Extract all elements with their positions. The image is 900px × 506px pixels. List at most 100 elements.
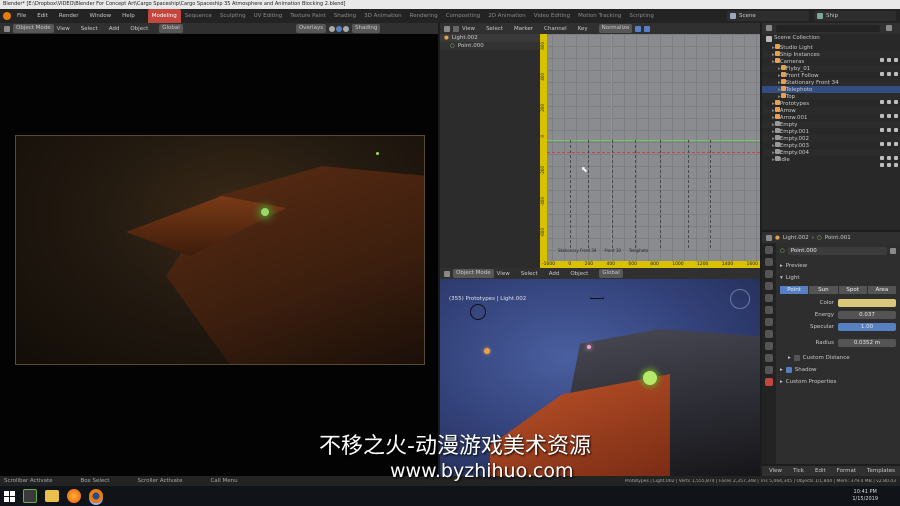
outliner-item[interactable]: ▸ Prototypes — [762, 99, 900, 111]
outliner-item[interactable]: ▸ Arrow.001 — [762, 113, 900, 125]
timeline-menu-item[interactable]: Tick — [793, 468, 804, 474]
workspace-tab[interactable]: Modeling — [147, 9, 181, 23]
graph-menu-item[interactable]: View — [462, 26, 475, 32]
specular-field[interactable]: 1.00 — [838, 323, 896, 331]
viewport-menu-item[interactable]: Add — [549, 271, 560, 277]
light-type-sun-button[interactable]: Sun — [809, 286, 838, 294]
filter-icon[interactable] — [635, 25, 642, 32]
outliner-item[interactable]: ▸ Stationary Front 34 — [762, 78, 900, 90]
radius-field[interactable]: 0.0352 m — [838, 339, 896, 347]
particles-tab-icon[interactable] — [765, 342, 773, 350]
graph-menu-item[interactable]: Marker — [514, 26, 533, 32]
light-type-point-button[interactable]: Point — [780, 286, 809, 294]
object-tab-icon[interactable] — [765, 318, 773, 326]
timeline-menu-item[interactable]: Format — [837, 468, 856, 474]
graph-mode-icon[interactable] — [453, 25, 459, 32]
workspace-tab[interactable]: 3D Animation — [360, 9, 406, 23]
workspace-tab[interactable]: Motion Tracking — [574, 9, 625, 23]
menu-item[interactable]: Help — [122, 13, 135, 19]
workspace-tab[interactable]: Scripting — [625, 9, 657, 23]
scene-selector[interactable]: Scene — [727, 11, 809, 21]
preview-section[interactable]: ▸ Preview — [780, 260, 896, 272]
viewport-menu-item[interactable]: Object — [570, 271, 588, 277]
data-tab-icon[interactable] — [765, 378, 773, 386]
outliner-item[interactable]: ▸ Empty.004 — [762, 148, 900, 160]
workspace-tab[interactable]: 2D Animation — [484, 9, 530, 23]
outliner-item[interactable]: ▸ Flyby_01 — [762, 64, 900, 76]
custom-distance-section[interactable]: ▸ Custom Distance — [780, 352, 896, 364]
file-explorer-icon[interactable] — [23, 489, 37, 503]
custom-properties-section[interactable]: ▸ Custom Properties — [780, 376, 896, 388]
channel-light[interactable]: ● Light.002 — [440, 34, 540, 42]
graph-canvas[interactable]: 600 400 200 0 -200 -400 -600 ⬉ Stationary Fron… — [540, 34, 760, 261]
eye-icon[interactable] — [887, 162, 891, 167]
mode-dropdown[interactable]: Object Mode — [13, 24, 54, 33]
editor-type-icon[interactable] — [444, 270, 450, 277]
timeline-menu-item[interactable]: Templates — [867, 468, 895, 474]
outliner-item[interactable]: ▸ Empty.003 — [762, 141, 900, 153]
physics-tab-icon[interactable] — [765, 354, 773, 362]
nav-gizmo[interactable] — [730, 289, 750, 309]
fake-user-icon[interactable] — [890, 247, 896, 254]
workspace-tab[interactable]: UV Editing — [250, 9, 287, 23]
menu-item[interactable]: File — [17, 13, 26, 19]
taskbar-clock[interactable]: 10:41 PM 1/15/2019 — [852, 489, 900, 503]
camera-icon[interactable] — [894, 162, 898, 167]
left-viewport-canvas[interactable] — [0, 34, 438, 476]
checkbox-checked[interactable] — [785, 367, 792, 373]
checkbox-icon[interactable] — [880, 162, 884, 167]
channel-point[interactable]: ○ Point.000 — [440, 42, 540, 50]
outliner-item[interactable]: ▸ Telephoto — [762, 85, 900, 97]
orientation-dropdown[interactable]: Global — [159, 24, 183, 33]
blender-logo-icon[interactable] — [3, 12, 11, 20]
viewport-menu-item[interactable]: Select — [521, 271, 538, 277]
menu-item[interactable]: Edit — [37, 13, 48, 19]
ghost-icon[interactable] — [644, 25, 651, 32]
filter-icon[interactable] — [886, 25, 892, 31]
workspace-tab[interactable]: Sequence — [181, 9, 216, 23]
energy-field[interactable]: 0.037 — [838, 311, 896, 319]
datablock-selector[interactable]: ○ Point.000 — [780, 246, 896, 255]
workspace-tab[interactable]: Rendering — [406, 9, 442, 23]
outliner-item[interactable]: ▸ Empty — [762, 120, 900, 132]
editor-type-icon[interactable] — [4, 25, 10, 32]
scene-tab-icon[interactable] — [765, 294, 773, 302]
tool-tab-icon[interactable] — [765, 246, 773, 254]
shading-dropdown[interactable]: Shading — [352, 24, 381, 33]
shading-modes[interactable] — [329, 25, 350, 32]
outliner-item[interactable]: ▸ Idle — [762, 155, 900, 167]
properties-type-icon[interactable] — [766, 234, 772, 241]
outliner-item[interactable]: ▸ Empty.002 — [762, 134, 900, 146]
outliner-item[interactable]: ▸ Arrow — [762, 106, 900, 118]
graph-menu-item[interactable]: Channel — [544, 26, 567, 32]
orientation-dropdown[interactable]: Global — [599, 269, 623, 278]
visibility-toggles[interactable] — [880, 162, 898, 167]
graph-menu-item[interactable]: Select — [486, 26, 503, 32]
shadow-section[interactable]: ▸ Shadow — [780, 364, 896, 376]
graph-editor-type-icon[interactable] — [444, 25, 450, 32]
checkbox[interactable] — [793, 355, 800, 361]
outliner-item[interactable]: ▸ Top — [762, 92, 900, 104]
render-tab-icon[interactable] — [765, 258, 773, 266]
view-layer-selector[interactable]: Ship — [814, 11, 896, 21]
constraints-tab-icon[interactable] — [765, 366, 773, 374]
outliner-search-field[interactable] — [776, 25, 880, 32]
timeline-menu-item[interactable]: View — [769, 468, 782, 474]
mode-dropdown[interactable]: Object Mode — [453, 269, 494, 278]
color-swatch[interactable] — [838, 299, 896, 307]
light-section[interactable]: ▾ Light — [780, 272, 896, 284]
timeline-menu-item[interactable]: Edit — [815, 468, 826, 474]
viewport-menu-item[interactable]: Select — [81, 26, 98, 32]
normalize-button[interactable]: Normalize — [598, 24, 633, 33]
workspace-tab[interactable]: Shading — [330, 9, 360, 23]
overlays-dropdown[interactable]: Overlays — [295, 24, 327, 33]
view-layer-tab-icon[interactable] — [765, 282, 773, 290]
viewport-menu-item[interactable]: View — [497, 271, 510, 277]
firefox-icon[interactable] — [67, 489, 81, 503]
output-tab-icon[interactable] — [765, 270, 773, 278]
workspace-tab[interactable]: Texture Paint — [286, 9, 330, 23]
windows-start-icon[interactable] — [4, 490, 15, 502]
light-type-spot-button[interactable]: Spot — [838, 286, 867, 294]
outliner-item[interactable]: ▸ Front Follow — [762, 71, 900, 83]
world-tab-icon[interactable] — [765, 306, 773, 314]
